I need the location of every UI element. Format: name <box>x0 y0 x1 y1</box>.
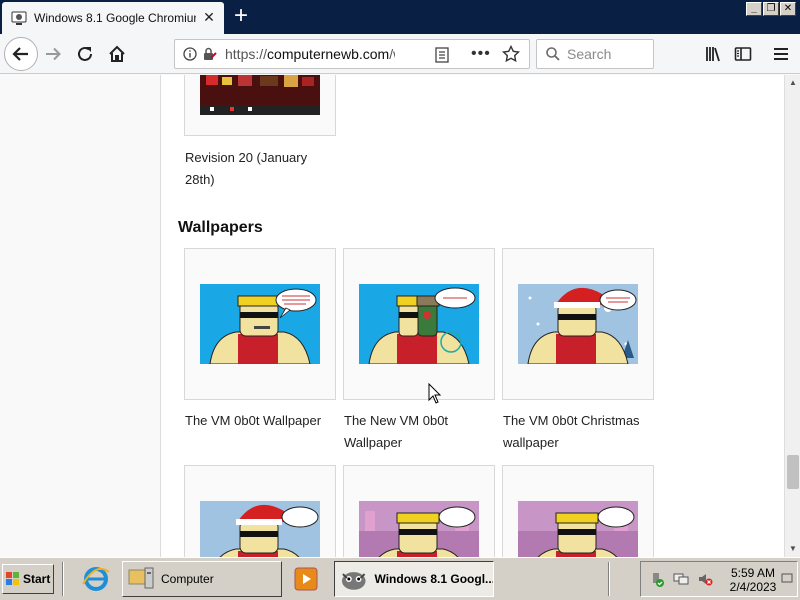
wallpaper-card[interactable] <box>343 248 495 400</box>
url-bar[interactable]: https://computernewb.com/w ••• <box>174 39 530 69</box>
insecure-lock-icon[interactable] <box>201 46 217 62</box>
url-scheme: https:// <box>225 46 268 62</box>
taskbar-clock[interactable]: 5:59 AM 2/4/2023 <box>721 566 785 594</box>
new-tab-button[interactable]: + <box>230 4 252 28</box>
taskbar-item-computer[interactable]: Computer <box>122 561 282 597</box>
scrollbar-thumb[interactable] <box>787 455 799 489</box>
taskbar-separator <box>608 562 610 596</box>
safely-remove-hardware-icon[interactable] <box>649 571 665 587</box>
scroll-down-arrow-icon[interactable]: ▼ <box>785 541 800 557</box>
search-input[interactable] <box>567 46 647 62</box>
vm-favicon-icon <box>10 9 28 27</box>
revision-thumbnail-card[interactable] <box>184 75 336 136</box>
sidebar-button[interactable] <box>728 39 758 69</box>
start-label: Start <box>23 572 51 586</box>
back-arrow-icon <box>12 47 28 61</box>
minimize-button[interactable]: _ <box>746 2 762 16</box>
page-content-column: Revision 20 (January 28th) Wallpapers Th… <box>160 75 784 557</box>
search-icon <box>545 46 561 62</box>
restore-button[interactable]: ❐ <box>763 2 779 16</box>
reload-button[interactable] <box>70 39 100 69</box>
forward-button[interactable] <box>38 39 68 69</box>
bookmark-star-icon[interactable] <box>502 45 520 63</box>
info-icon[interactable] <box>183 47 197 61</box>
page-actions-icon[interactable]: ••• <box>471 45 491 63</box>
wallpaper-card[interactable] <box>502 465 654 557</box>
revision-caption: Revision 20 (January 28th) <box>185 150 308 187</box>
forward-arrow-icon <box>46 47 61 61</box>
back-button[interactable] <box>4 37 38 71</box>
wallpaper-caption: The New VM 0b0t Wallpaper <box>344 413 449 450</box>
wallpaper-christmas-2-image <box>200 501 320 557</box>
wallpaper-christmas-image <box>518 284 638 364</box>
sidebar-icon <box>734 47 752 61</box>
search-bar[interactable] <box>536 39 654 69</box>
wallpaper-pink-scene-2-image <box>518 501 638 557</box>
close-tab-icon[interactable]: ✕ <box>202 10 216 24</box>
page-scrollbar[interactable]: ▲ ▼ <box>784 75 800 557</box>
taskbar-separator <box>62 562 64 596</box>
taskbar: Start Computer Windows 8.1 Googl... 5:59… <box>0 557 800 600</box>
windows-logo-icon <box>6 572 19 585</box>
system-tray: 5:59 AM 2/4/2023 <box>640 561 798 597</box>
taskbar-item-chromium[interactable]: Windows 8.1 Googl... <box>334 561 494 597</box>
close-window-button[interactable]: ✕ <box>780 2 796 16</box>
computer-explorer-icon <box>128 567 154 589</box>
wallpaper-card[interactable] <box>184 465 336 557</box>
start-button[interactable]: Start <box>2 564 54 594</box>
url-text: https://computernewb.com/w <box>225 46 395 62</box>
wallpaper-caption: The VM 0b0t Wallpaper <box>185 413 322 428</box>
wallpaper-card[interactable] <box>184 248 336 400</box>
hamburger-menu-icon <box>774 48 788 60</box>
internet-explorer-icon[interactable] <box>78 562 114 596</box>
menu-button[interactable] <box>766 39 796 69</box>
wallpaper-new-vm-0b0t-image <box>359 284 479 364</box>
scroll-up-arrow-icon[interactable]: ▲ <box>785 75 800 91</box>
browser-tab[interactable]: Windows 8.1 Google Chromium Ed ✕ <box>2 2 224 34</box>
wallpaper-pink-scene-image <box>359 501 479 557</box>
clock-time: 5:59 AM <box>730 566 776 580</box>
show-desktop-icon[interactable] <box>781 570 793 586</box>
revision-screenshot-image <box>200 75 320 115</box>
wallpaper-vm-0b0t-image <box>200 284 320 364</box>
tab-title: Windows 8.1 Google Chromium Ed <box>34 11 196 25</box>
media-player-icon[interactable] <box>288 562 324 596</box>
page-viewport: Revision 20 (January 28th) Wallpapers Th… <box>0 75 784 557</box>
library-icon <box>706 47 720 62</box>
tab-strip: Windows 8.1 Google Chromium Ed ✕ + _ ❐ ✕ <box>0 0 800 34</box>
reader-view-icon[interactable] <box>435 47 449 63</box>
wallpaper-caption: The VM 0b0t Christmas wallpaper <box>503 413 640 450</box>
navigation-bar: https://computernewb.com/w ••• <box>0 34 800 74</box>
clock-date: 2/4/2023 <box>729 580 777 594</box>
task-label: Windows 8.1 Googl... <box>374 572 493 586</box>
task-label: Computer <box>161 572 214 586</box>
library-button[interactable] <box>698 39 728 69</box>
vm-app-icon <box>341 572 366 590</box>
network-icon[interactable] <box>673 571 689 587</box>
wallpaper-card[interactable] <box>343 465 495 557</box>
home-button[interactable] <box>102 39 132 69</box>
wallpapers-heading: Wallpapers <box>178 219 263 236</box>
home-icon <box>109 45 125 62</box>
wallpaper-card[interactable] <box>502 248 654 400</box>
window-controls: _ ❐ ✕ <box>746 2 796 16</box>
reload-icon <box>78 46 92 61</box>
url-host: computernewb.com <box>267 46 390 62</box>
url-path: /w <box>389 46 395 62</box>
volume-muted-icon[interactable] <box>697 571 713 587</box>
mouse-pointer-icon <box>428 383 442 404</box>
